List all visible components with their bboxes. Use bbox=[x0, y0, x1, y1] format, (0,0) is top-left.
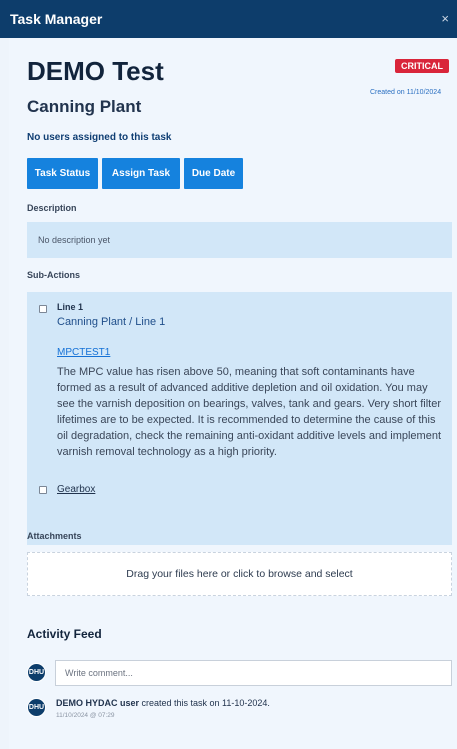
description-text: No description yet bbox=[38, 235, 111, 245]
line1-checkbox[interactable] bbox=[39, 305, 47, 313]
window-titlebar: Task Manager × bbox=[0, 0, 457, 38]
task-status-button[interactable]: Task Status bbox=[27, 158, 98, 189]
attachments-label: Attachments bbox=[27, 531, 82, 541]
subaction-description: The MPC value has risen above 50, meanin… bbox=[57, 366, 442, 458]
activity-action: created this task on 11-10-2024. bbox=[139, 698, 270, 708]
avatar: DHU bbox=[27, 663, 46, 682]
due-date-button[interactable]: Due Date bbox=[184, 158, 243, 189]
task-title: DEMO Test bbox=[27, 56, 164, 86]
description-label: Description bbox=[27, 203, 77, 213]
assignees-text: No users assigned to this task bbox=[27, 132, 172, 143]
mpc-test-link[interactable]: MPCTEST1 bbox=[57, 347, 110, 358]
file-dropzone[interactable]: Drag your files here or click to browse … bbox=[27, 552, 452, 596]
task-location: Canning Plant bbox=[27, 97, 142, 116]
dropzone-text: Drag your files here or click to browse … bbox=[126, 568, 353, 580]
activity-user: DEMO HYDAC user bbox=[56, 698, 140, 708]
description-box[interactable]: No description yet bbox=[27, 222, 452, 258]
activity-feed-title: Activity Feed bbox=[27, 627, 102, 641]
subaction-path: Canning Plant / Line 1 bbox=[57, 316, 166, 328]
gearbox-link[interactable]: Gearbox bbox=[57, 484, 95, 495]
subactions-label: Sub-Actions bbox=[27, 270, 80, 280]
comment-input[interactable] bbox=[55, 660, 452, 686]
window-title: Task Manager bbox=[10, 11, 103, 27]
activity-avatar: DHU bbox=[27, 698, 46, 717]
assign-task-button[interactable]: Assign Task bbox=[102, 158, 180, 189]
subaction-name: Line 1 bbox=[57, 302, 84, 312]
close-icon[interactable]: × bbox=[441, 11, 449, 26]
activity-entry: DEMO HYDAC user created this task on 11-… bbox=[56, 698, 270, 708]
created-date: Created on 11/10/2024 bbox=[370, 89, 442, 96]
task-panel: DEMO Test CRITICAL Created on 11/10/2024… bbox=[9, 38, 457, 749]
priority-badge: CRITICAL bbox=[395, 59, 449, 73]
subactions-list: Line 1 Canning Plant / Line 1 MPCTEST1 T… bbox=[27, 292, 452, 545]
gearbox-checkbox[interactable] bbox=[39, 486, 47, 494]
activity-timestamp: 11/10/2024 @ 07:29 bbox=[56, 712, 115, 719]
